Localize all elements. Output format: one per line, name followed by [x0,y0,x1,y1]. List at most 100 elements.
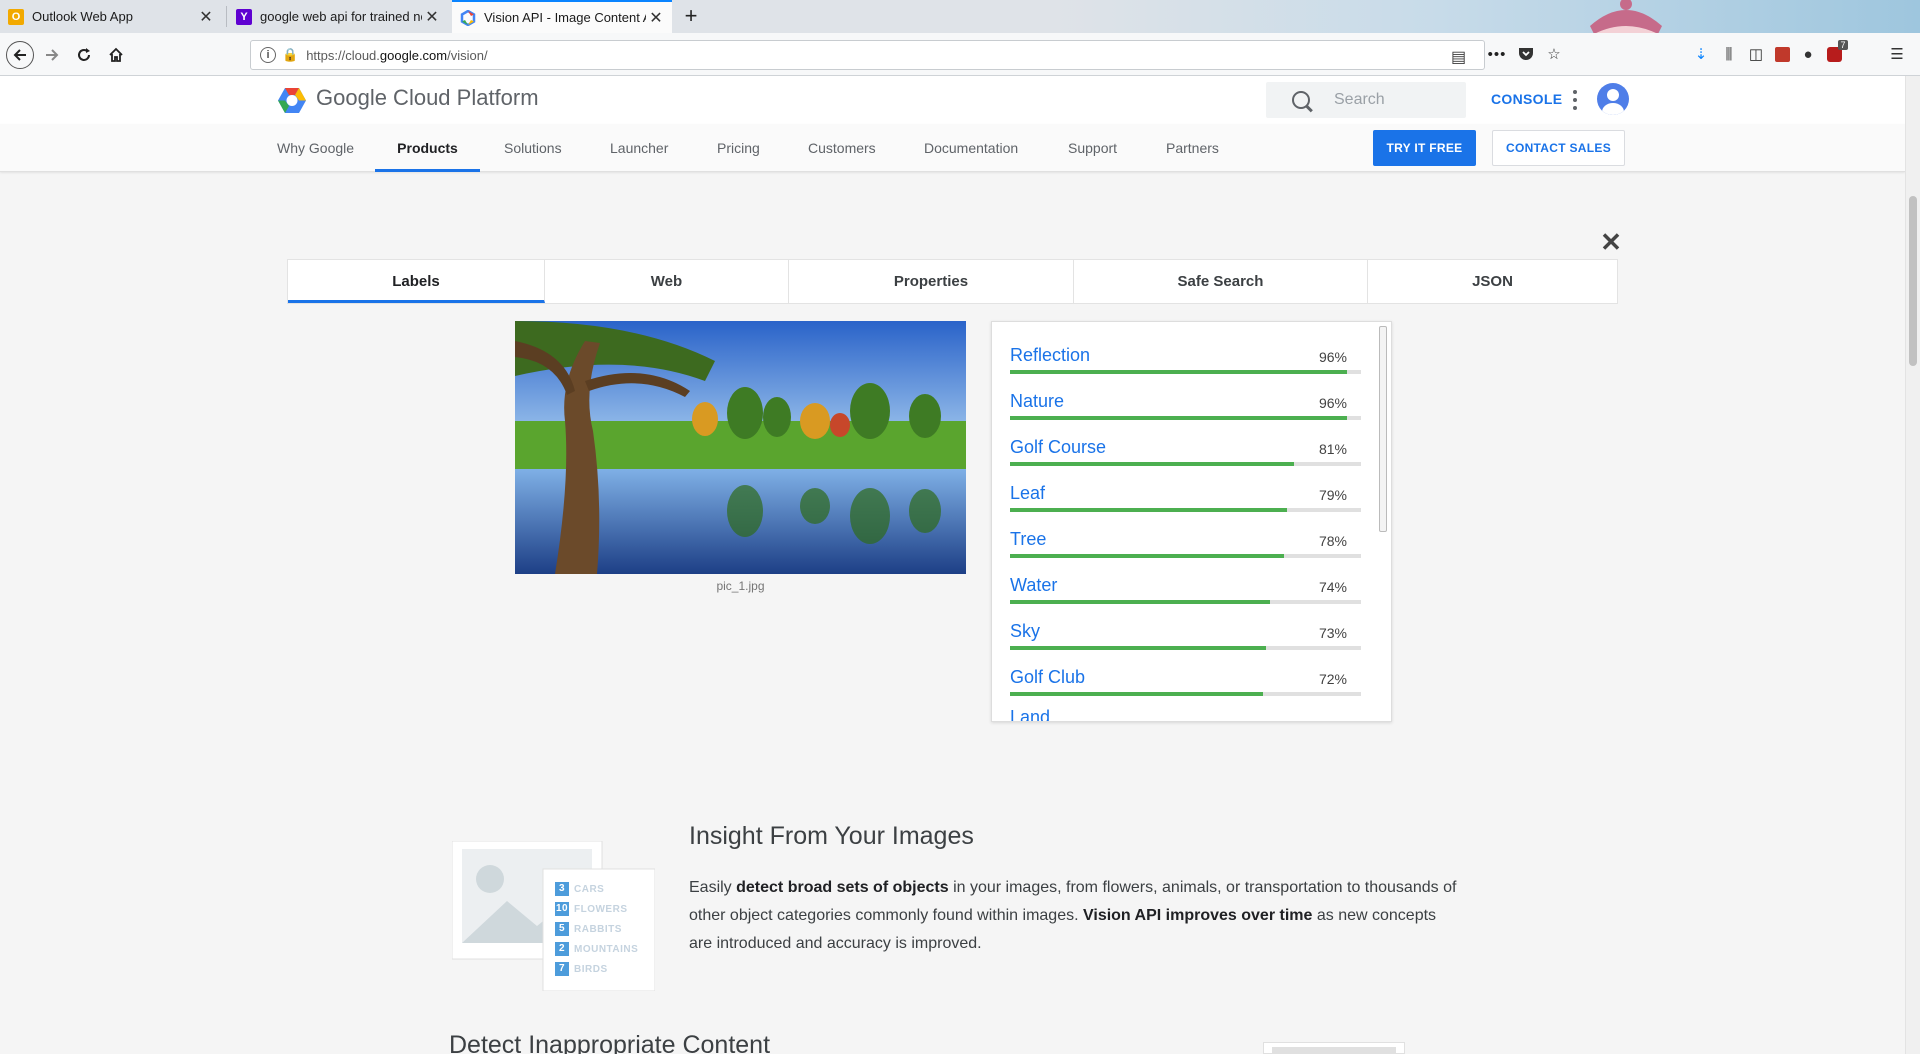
site-info-icon[interactable]: i [260,47,276,63]
label-name[interactable]: Reflection [1010,345,1090,366]
search-icon [1292,91,1310,109]
insight-description: Easily detect broad sets of objects in y… [689,879,1457,952]
extension-shield-icon[interactable]: 7 [1823,39,1848,65]
nav-products[interactable]: Products [375,124,480,172]
page-scroll-thumb[interactable] [1909,196,1917,366]
label-name-partial[interactable]: Land [1010,707,1050,721]
close-tab-icon[interactable]: ✕ [422,7,442,27]
label-score: 72% [1318,671,1347,687]
tab-json[interactable]: JSON [1368,260,1617,303]
pocket-icon[interactable] [1515,43,1537,65]
label-name[interactable]: Golf Course [1010,437,1106,458]
sidebar-icon[interactable]: ◫ [1745,43,1767,65]
home-icon [109,47,123,62]
browser-toolbar: i 🔒 https://cloud.google.com/vision/ ▤ •… [0,33,1920,76]
confidence-bar-track [1010,554,1361,558]
label-name[interactable]: Water [1010,575,1057,596]
label-row[interactable]: Nature 96% [1010,382,1361,428]
confidence-bar-track [1010,692,1361,696]
contact-sales-button[interactable]: CONTACT SALES [1492,130,1625,166]
search-box[interactable]: Search [1266,82,1466,118]
confidence-bar-fill [1010,600,1270,604]
label-row[interactable]: Water 74% [1010,566,1361,612]
confidence-bar-fill [1010,646,1267,650]
detect-illustration [1263,1042,1405,1054]
illustration-row: 2 MOUNTAINS [555,941,638,957]
label-row[interactable]: Sky 73% [1010,612,1361,658]
label-score: 74% [1318,579,1347,595]
google-cloud-logo-icon[interactable] [277,87,307,114]
tab-title: google web api for trained ne [260,9,422,24]
label-row[interactable]: Reflection 96% [1010,336,1361,382]
tab-safe-search[interactable]: Safe Search [1074,260,1368,303]
confidence-bar-track [1010,508,1361,512]
nav-customers[interactable]: Customers [808,124,876,172]
main-nav: Why Google Products Solutions Launcher P… [0,124,1905,172]
confidence-bar-track [1010,462,1361,466]
downloads-icon[interactable]: ⇣ [1690,43,1712,65]
confidence-bar-track [1010,370,1361,374]
detect-inappropriate-heading: Detect Inappropriate Content [449,1031,771,1054]
nav-why-google[interactable]: Why Google [277,124,354,172]
home-button[interactable] [102,41,130,69]
confidence-bar-track [1010,416,1361,420]
confidence-bar-fill [1010,508,1288,512]
nav-pricing[interactable]: Pricing [717,124,760,172]
nav-solutions[interactable]: Solutions [504,124,562,172]
menu-hamburger-icon[interactable]: ☰ [1886,43,1908,65]
more-options-icon[interactable] [1572,90,1578,110]
confidence-bar-fill [1010,416,1347,420]
label-name[interactable]: Tree [1010,529,1046,550]
forward-button[interactable] [38,41,66,69]
extension-red-icon[interactable] [1771,43,1793,65]
label-score: 79% [1318,487,1347,503]
library-icon[interactable]: ⫼ [1718,43,1740,65]
user-avatar[interactable] [1597,83,1629,115]
bookmark-star-icon[interactable]: ☆ [1543,43,1565,65]
browser-tab-outlook[interactable]: O Outlook Web App ✕ [0,0,222,33]
label-name[interactable]: Nature [1010,391,1064,412]
confidence-bar-fill [1010,462,1295,466]
try-it-free-button[interactable]: TRY IT FREE [1373,130,1476,166]
label-row[interactable]: Tree 78% [1010,520,1361,566]
label-row[interactable]: Golf Club 72% [1010,658,1361,704]
reader-view-icon[interactable]: ▤ [1451,47,1466,67]
confidence-bar-track [1010,600,1361,604]
close-results-icon[interactable]: ✕ [1598,229,1624,255]
tab-labels[interactable]: Labels [288,260,545,303]
nav-documentation[interactable]: Documentation [924,124,1018,172]
label-row[interactable]: Leaf 79% [1010,474,1361,520]
nav-launcher[interactable]: Launcher [610,124,668,172]
analyzed-image [515,321,966,574]
browser-tab-yahoo[interactable]: Y google web api for trained ne ✕ [228,0,448,33]
tab-title: Outlook Web App [32,9,133,24]
tab-web[interactable]: Web [545,260,789,303]
labels-results-panel[interactable]: Reflection 96% Nature 96% Golf Course 81% Leaf… [991,321,1392,722]
label-name[interactable]: Sky [1010,621,1040,642]
label-score: 96% [1318,349,1347,365]
address-bar[interactable]: i 🔒 https://cloud.google.com/vision/ ▤ [250,40,1485,70]
tab-properties[interactable]: Properties [789,260,1074,303]
page-content: Google Cloud Platform Search CONSOLE Why… [0,76,1905,1054]
back-button[interactable] [6,41,34,69]
new-tab-plus-icon[interactable]: + [680,0,702,33]
page-scrollbar[interactable] [1905,76,1920,1054]
brand-title[interactable]: Google Cloud Platform [316,85,539,111]
extension-elephant-icon[interactable]: ● [1797,43,1819,65]
close-tab-icon[interactable]: ✕ [646,8,666,28]
result-tabs: Labels Web Properties Safe Search JSON [287,259,1618,304]
reload-button[interactable] [70,41,98,69]
label-name[interactable]: Leaf [1010,483,1045,504]
close-tab-icon[interactable]: ✕ [196,7,216,27]
nav-partners[interactable]: Partners [1166,124,1219,172]
labels-scrollbar[interactable] [1379,326,1387,532]
browser-tab-strip: O Outlook Web App ✕ Y google web api for… [0,0,1920,76]
console-link[interactable]: CONSOLE [1491,91,1562,107]
label-score: 73% [1318,625,1347,641]
label-row[interactable]: Golf Course 81% [1010,428,1361,474]
nav-support[interactable]: Support [1068,124,1117,172]
browser-tab-vision-api[interactable]: Vision API - Image Content An ✕ [452,0,672,33]
tab-separator [226,6,227,27]
page-actions-icon[interactable]: ••• [1486,43,1508,65]
label-name[interactable]: Golf Club [1010,667,1085,688]
